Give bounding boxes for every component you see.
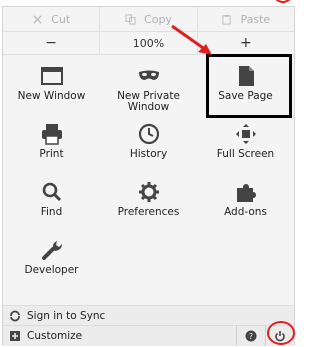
search-icon xyxy=(42,182,61,202)
puzzle-icon xyxy=(236,184,256,202)
svg-text:?: ? xyxy=(249,332,253,341)
paste-label: Paste xyxy=(240,12,271,26)
paste-button[interactable]: Paste xyxy=(198,7,294,31)
tile-developer[interactable]: Developer xyxy=(3,233,100,291)
tile-label: Full Screen xyxy=(216,148,275,160)
history-clock-icon xyxy=(138,123,159,145)
help-icon: ? xyxy=(245,330,257,342)
copy-icon xyxy=(125,13,136,25)
tile-label: New Window xyxy=(17,90,86,102)
tile-label: Preferences xyxy=(117,206,180,218)
tile-label: Developer xyxy=(24,264,79,276)
tile-save-page[interactable]: Save Page xyxy=(197,59,294,117)
menu-grid: New Window New Private Window Save Page … xyxy=(3,59,294,291)
copy-label: Copy xyxy=(144,12,172,26)
tile-full-screen[interactable]: Full Screen xyxy=(197,117,294,175)
sync-label: Sign in to Sync xyxy=(27,310,106,322)
new-window-icon xyxy=(40,67,63,85)
tile-add-ons[interactable]: Add-ons xyxy=(197,175,294,233)
tile-label: New Private Window xyxy=(117,90,180,113)
zoom-out-button[interactable]: − xyxy=(3,32,101,54)
menu-panel: Cut Copy Paste − 100% + New Window New P… xyxy=(2,6,295,346)
gear-icon xyxy=(138,182,159,202)
customize-button[interactable]: Customize xyxy=(27,330,236,342)
help-button[interactable]: ? xyxy=(236,326,265,346)
zoom-in-button[interactable]: + xyxy=(198,32,294,54)
quit-button[interactable] xyxy=(265,326,294,346)
tile-new-window[interactable]: New Window xyxy=(3,59,100,117)
save-page-icon xyxy=(238,66,254,86)
tile-label: Print xyxy=(39,148,64,160)
tile-history[interactable]: History xyxy=(100,117,197,175)
sign-in-sync-button[interactable]: Sign in to Sync xyxy=(3,305,294,326)
tile-label: Find xyxy=(40,206,63,218)
cut-button[interactable]: Cut xyxy=(3,7,101,31)
tile-new-private-window[interactable]: New Private Window xyxy=(100,59,197,117)
sync-icon xyxy=(10,310,20,322)
edit-controls: Cut Copy Paste xyxy=(3,7,294,32)
wrench-icon xyxy=(41,241,62,260)
power-icon xyxy=(275,331,285,342)
customize-row: Customize ? xyxy=(3,325,294,346)
print-icon xyxy=(41,124,62,145)
scissors-icon xyxy=(33,14,42,24)
private-mask-icon xyxy=(138,70,159,80)
tile-preferences[interactable]: Preferences xyxy=(100,175,197,233)
cut-label: Cut xyxy=(51,12,71,26)
tile-print[interactable]: Print xyxy=(3,117,100,175)
zoom-reset-button[interactable]: 100% xyxy=(100,32,198,54)
clipboard-icon xyxy=(222,14,232,25)
tile-label: History xyxy=(129,148,168,160)
tile-label: Add-ons xyxy=(224,206,267,218)
customize-icon xyxy=(10,331,20,341)
tile-label: Save Page xyxy=(218,90,273,102)
full-screen-icon xyxy=(235,124,256,144)
copy-button[interactable]: Copy xyxy=(100,7,198,31)
tile-find[interactable]: Find xyxy=(3,175,100,233)
zoom-controls: − 100% + xyxy=(3,32,294,55)
